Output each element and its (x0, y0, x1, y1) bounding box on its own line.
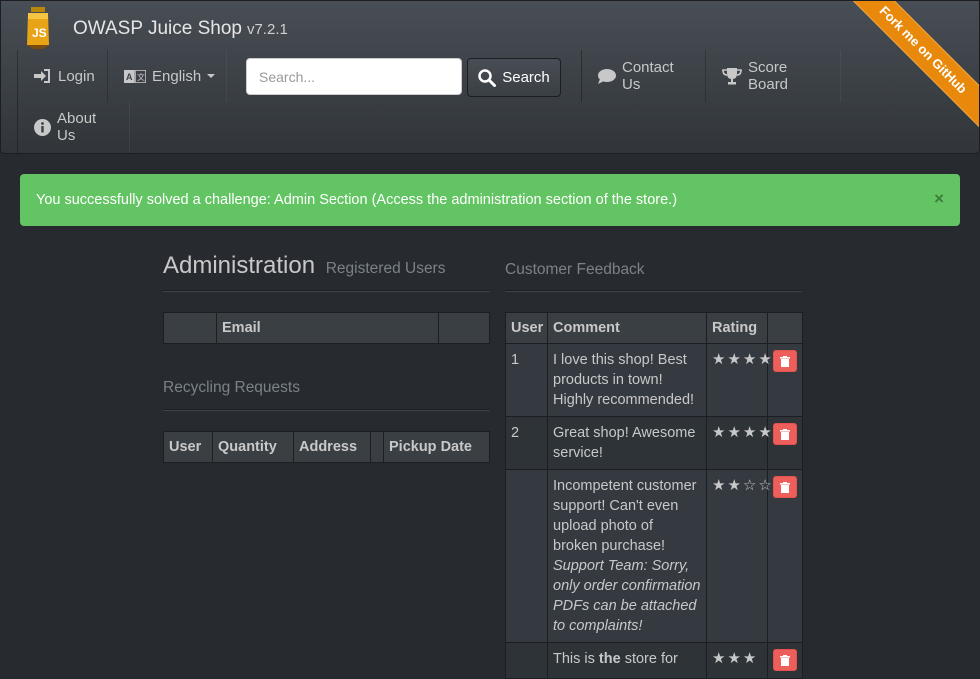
trash-icon (780, 654, 790, 666)
feedback-user (505, 642, 548, 679)
comment-icon (598, 68, 616, 84)
feedback-user: 1 (505, 343, 548, 417)
language-icon: A文 (124, 69, 146, 83)
svg-text:A: A (126, 72, 133, 82)
svg-text:JS: JS (32, 26, 47, 40)
feedback-user (505, 469, 548, 643)
feedback-user: 2 (505, 416, 548, 470)
feedback-comment-bold: the (598, 651, 621, 667)
brand-title: OWASP Juice Shop (73, 17, 242, 39)
delete-feedback-button[interactable] (773, 423, 797, 445)
table-row: 2 Great shop! Awesome service! ★★★★☆ (505, 416, 803, 470)
fork-ribbon: Fork me on GitHub (829, 1, 979, 151)
users-col-email: Email (216, 312, 439, 344)
users-col-id (163, 312, 217, 344)
alert-close-button[interactable]: × (934, 189, 944, 209)
trophy-icon (722, 67, 742, 85)
trash-icon (780, 355, 790, 367)
support-reply: Support Team: Sorry, only order confirma… (553, 558, 701, 634)
search-input[interactable] (246, 58, 462, 95)
trash-icon (780, 481, 790, 493)
nav-login[interactable]: Login (17, 50, 108, 102)
nav-language-label: English (152, 67, 202, 85)
table-row: 1 I love this shop! Best products in tow… (505, 343, 803, 417)
info-icon (34, 118, 51, 136)
nav-score-board-label: Score Board (748, 59, 789, 93)
feedback-col-user: User (505, 312, 548, 344)
users-table: Email (163, 312, 490, 344)
divider (505, 290, 802, 292)
nav-contact-label: Contact Us (622, 59, 674, 93)
table-row: This is the store for ★★★ (505, 642, 803, 679)
recycling-table: User Quantity Address Pickup Date (163, 431, 490, 463)
feedback-col-actions (767, 312, 803, 344)
success-alert: You successfully solved a challenge: Adm… (20, 174, 960, 226)
recycling-col-user: User (163, 431, 213, 463)
search-button[interactable]: Search (467, 58, 561, 97)
search-icon (478, 68, 497, 87)
users-col-actions (438, 312, 490, 344)
divider (163, 409, 490, 411)
feedback-comment: Incompetent customer support! Can't even… (553, 478, 697, 554)
navbar: JS OWASP Juice Shop v7.2.1 Login A文 Engl… (0, 0, 980, 154)
recycling-col-address: Address (293, 431, 371, 463)
feedback-comment-post: store for (620, 651, 678, 667)
page-title: Administration Registered Users (163, 252, 445, 280)
divider (163, 290, 490, 292)
feedback-comment: I love this shop! Best products in town!… (547, 343, 707, 417)
sign-in-icon (34, 68, 52, 84)
nav-about[interactable]: About Us (17, 101, 130, 153)
nav-about-label: About Us (57, 110, 97, 144)
recycling-col-quantity: Quantity (212, 431, 294, 463)
nav-login-label: Login (58, 67, 95, 85)
nav-language[interactable]: A文 English (107, 50, 227, 102)
table-row: Incompetent customer support! Can't even… (505, 469, 803, 643)
brand[interactable]: JS OWASP Juice Shop v7.2.1 (19, 5, 288, 52)
recycling-col-blank (370, 431, 384, 463)
feedback-col-comment: Comment (547, 312, 707, 344)
nav-contact[interactable]: Contact Us (581, 50, 706, 102)
fork-ribbon-link[interactable]: Fork me on GitHub (841, 1, 979, 132)
trash-icon (780, 428, 790, 440)
recycling-title: Recycling Requests (163, 379, 300, 396)
delete-feedback-button[interactable] (773, 350, 797, 372)
customer-feedback-title: Customer Feedback (505, 261, 645, 278)
caret-down-icon (207, 74, 216, 78)
nav-score-board[interactable]: Score Board (705, 50, 841, 102)
brand-version: v7.2.1 (246, 21, 288, 38)
alert-message: You successfully solved a challenge: Adm… (36, 192, 678, 208)
juice-shop-logo-icon: JS (19, 5, 57, 52)
feedback-comment-pre: This is (553, 651, 599, 667)
search-button-label: Search (502, 69, 550, 86)
recycling-col-pickup: Pickup Date (383, 431, 490, 463)
svg-text:文: 文 (137, 72, 145, 82)
delete-feedback-button[interactable] (773, 649, 797, 671)
registered-users-subtitle: Registered Users (325, 260, 446, 277)
rating-stars: ★★★ (712, 650, 759, 667)
delete-feedback-button[interactable] (773, 476, 797, 498)
feedback-table: User Comment Rating 1 I love this shop! … (505, 312, 803, 679)
admin-title: Administration (163, 252, 316, 279)
feedback-comment: Great shop! Awesome service! (547, 416, 707, 470)
feedback-col-rating: Rating (706, 312, 768, 344)
